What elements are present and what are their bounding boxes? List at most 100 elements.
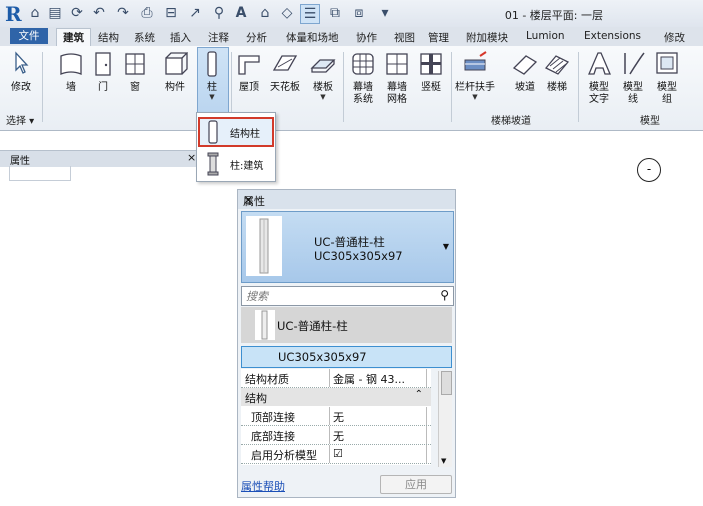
open-icon[interactable]: ⌂ [26,4,44,22]
close-hidden-icon[interactable]: ⧉ [326,4,344,22]
curtain-system-button[interactable]: 幕墙 系统 [346,50,380,106]
family-list-item[interactable]: UC-普通柱-柱 [241,307,452,343]
tab-addins[interactable]: 附加模块 [466,30,508,45]
column-button[interactable]: 柱 ▼ [195,50,229,101]
section-icon[interactable]: ◇ [278,4,296,22]
column-icon [207,51,217,77]
property-value: 无 [333,411,344,424]
structural-column-item[interactable]: 结构柱 [198,117,274,147]
tab-insert[interactable]: 插入 [170,30,191,45]
divider [451,52,452,122]
chevron-down-icon: ▼ [472,93,478,101]
divider [426,369,427,387]
column-preview-icon [259,218,269,274]
tab-systems[interactable]: 系统 [134,30,155,45]
tab-manage[interactable]: 管理 [428,30,449,45]
customize-qat-icon[interactable]: ▾ [376,4,394,22]
type-item-label: UC305x305x97 [278,350,367,364]
table-row[interactable]: 顶部连接 无 [241,407,431,426]
select-group-label[interactable]: 选择 ▾ [6,112,34,127]
revit-logo-icon[interactable]: R [5,2,22,26]
property-name: 启用分析模型 [251,449,317,462]
properties-panel: 属性 × UC-普通柱-柱 UC305x305x97 ▼ ⚲ UC-普通柱-柱 … [237,189,456,498]
tab-view[interactable]: 视图 [394,30,415,45]
scrollbar-thumb[interactable] [441,371,452,395]
tab-massing[interactable]: 体量和场地 [286,30,339,45]
railing-button[interactable]: 栏杆扶手 ▼ [455,50,495,101]
group-header-structure[interactable]: 结构 ⌃ [241,388,431,406]
analytical-model-checkbox[interactable]: ☑ [333,447,343,460]
tab-modify[interactable]: 修改 [664,30,685,45]
divider [426,407,427,425]
chevron-down-icon[interactable]: ▼ [441,457,446,465]
ceiling-button[interactable]: 天花板 [268,50,302,94]
close-icon[interactable]: × [187,151,196,164]
architectural-column-icon [207,152,219,176]
tag-icon[interactable]: ⚲ [210,4,228,22]
wall-button[interactable]: 墙 [54,50,88,94]
chevron-down-icon[interactable]: ▼ [443,242,449,251]
floor-button[interactable]: 楼板 ▼ [306,50,340,101]
apply-button[interactable]: 应用 [380,475,452,494]
scrollbar[interactable]: ▼ [438,371,452,467]
modify-button[interactable]: 修改 [4,50,38,94]
tab-analyze[interactable]: 分析 [246,30,267,45]
tab-architecture[interactable]: 建筑 [56,28,91,47]
properties-palette-body [9,166,71,181]
tab-lumion[interactable]: Lumion [526,30,565,42]
type-search-field[interactable]: ⚲ [241,286,454,306]
type-name: UC305x305x97 [314,249,403,263]
dimension-icon[interactable]: ↗ [186,4,204,22]
view-cube-icon[interactable]: - [637,158,661,182]
table-row[interactable]: 底部连接 无 [241,426,431,445]
tab-extensions[interactable]: Extensions [584,30,641,42]
model-group-button[interactable]: 模型 组 [650,50,684,106]
save-icon[interactable]: ▤ [46,4,64,22]
door-button[interactable]: 门 [86,50,120,94]
table-row[interactable]: 结构材质 金属 - 钢 43... [241,369,431,388]
roof-button[interactable]: 屋顶 [232,50,266,94]
divider [426,426,427,444]
mullion-button[interactable]: 竖梃 [414,50,448,94]
tab-collaborate[interactable]: 协作 [356,30,377,45]
window-button[interactable]: 窗 [118,50,152,94]
measure-icon[interactable]: ⊟ [162,4,180,22]
properties-help-link[interactable]: 属性帮助 [241,478,285,494]
redo-icon[interactable]: ↷ [114,4,132,22]
curtain-grid-button[interactable]: 幕墙 网格 [380,50,414,106]
3d-view-icon[interactable]: ⌂ [256,4,274,22]
tab-file[interactable]: 文件 [10,28,48,44]
group-label: 结构 [245,392,267,405]
quick-access-toolbar: R ⌂ ▤ ⟳ ↶ ↷ ⎙ ⊟ ↗ ⚲ A ⌂ ◇ ☰ ⧉ ⧈ ▾ 01 - 楼… [0,0,703,27]
model-line-icon [624,52,645,75]
type-selector[interactable]: UC-普通柱-柱 UC305x305x97 ▼ [241,211,454,283]
type-list-item-selected[interactable]: UC305x305x97 [241,346,452,368]
model-group-label: 模型 [640,116,660,127]
floor-icon [310,59,336,73]
switch-windows-icon[interactable]: ⧈ [350,4,368,22]
search-input[interactable] [244,288,433,304]
architectural-column-item[interactable]: 柱:建筑 [200,151,272,177]
collapse-icon[interactable]: ⌃ [415,389,423,400]
model-text-button[interactable]: 模型 文字 [582,50,616,106]
close-icon[interactable]: × [243,193,451,208]
search-icon[interactable]: ⚲ [440,288,449,302]
sync-icon[interactable]: ⟳ [68,4,86,22]
ramp-button[interactable]: 坡道 [508,50,542,94]
window-icon [125,53,145,75]
text-icon[interactable]: A [232,4,250,22]
tab-structure[interactable]: 结构 [98,30,119,45]
thin-lines-icon[interactable]: ☰ [300,4,320,24]
component-button[interactable]: 构件 [158,50,192,94]
tab-annotate[interactable]: 注释 [208,30,229,45]
table-row[interactable]: 启用分析模型 ☑ [241,445,431,464]
column-thumb-icon [261,310,268,340]
property-name: 底部连接 [251,430,295,443]
model-line-button[interactable]: 模型 线 [616,50,650,106]
print-icon[interactable]: ⎙ [138,4,156,22]
undo-icon[interactable]: ↶ [90,4,108,22]
stair-button[interactable]: 楼梯 [540,50,574,94]
properties-title-bar: 属性 × [238,190,455,209]
properties-header-label: 属性 [10,156,30,167]
circulation-group-label: 楼梯坡道 [491,116,531,127]
